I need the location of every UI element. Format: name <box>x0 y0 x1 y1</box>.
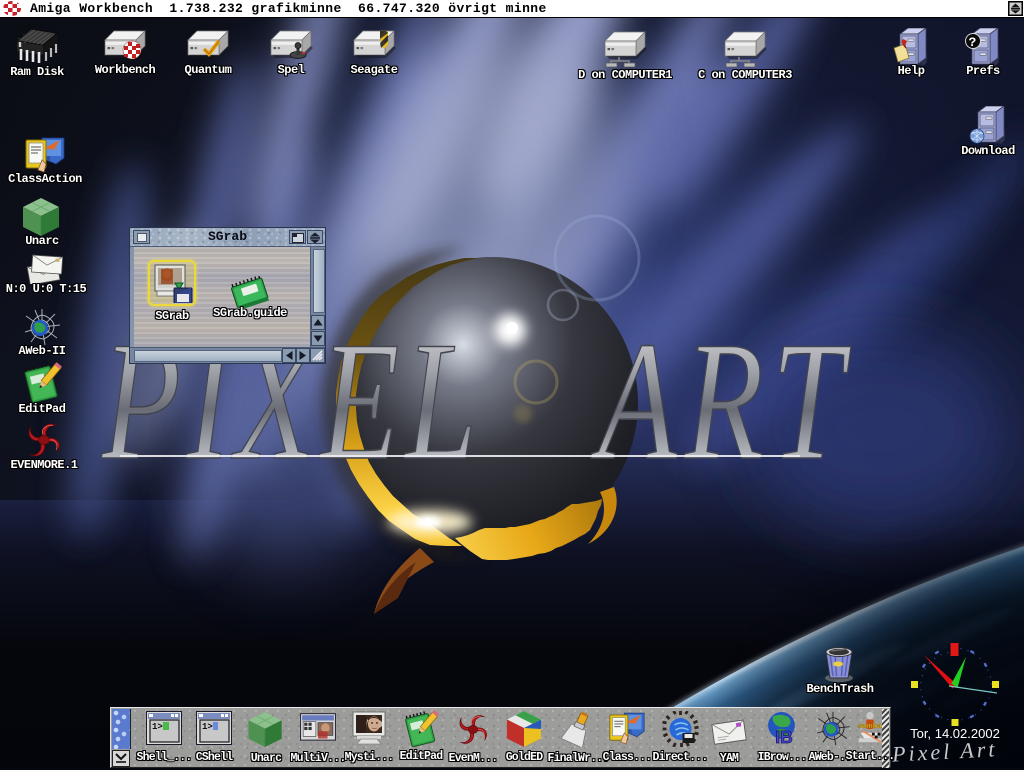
svg-text:?: ? <box>969 35 977 50</box>
svg-text:ART: ART <box>590 306 851 495</box>
